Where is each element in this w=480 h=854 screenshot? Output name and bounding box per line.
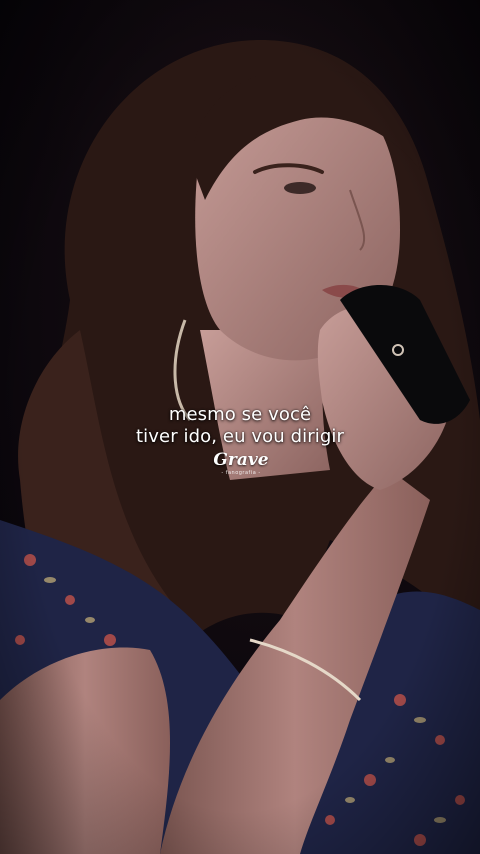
caption-line-2: tiver ido, eu vou dirigir [136,426,344,447]
watermark-logo: Grave - fanografia - [205,450,277,480]
watermark-tagline: - fanografia - [221,470,261,476]
watermark-wordmark: Grave [213,450,269,470]
video-frame: mesmo se você tiver ido, eu vou dirigir … [0,0,480,854]
caption-line-1: mesmo se você [168,404,312,425]
